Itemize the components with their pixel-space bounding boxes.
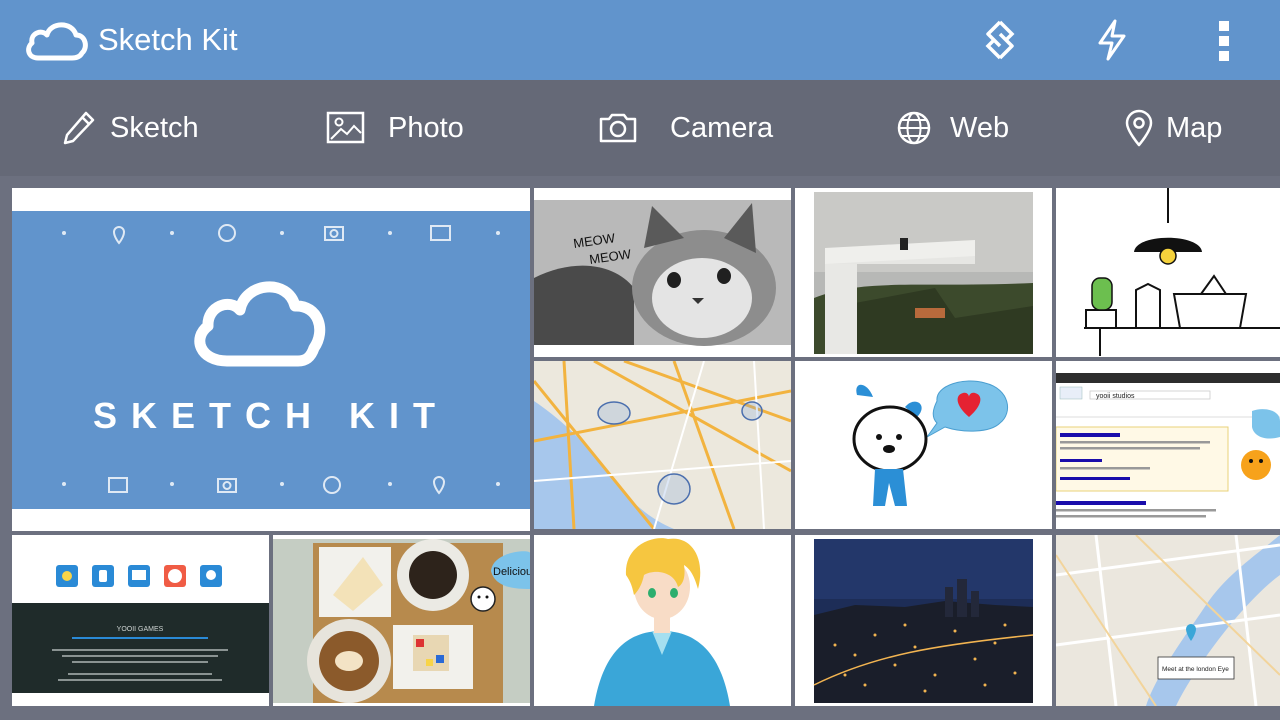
tool-map[interactable]: Map (1124, 80, 1222, 176)
shortcut-icon (985, 20, 1015, 60)
globe-icon (897, 111, 931, 145)
image-icon (326, 111, 365, 144)
gallery-item-cafe[interactable]: Delicious (273, 535, 530, 706)
overflow-menu-button[interactable] (1200, 16, 1248, 64)
overflow-menu-icon (1219, 21, 1229, 61)
gallery-item-rooftop[interactable] (795, 188, 1052, 357)
gallery-item-dog-heart[interactable] (795, 361, 1052, 529)
source-toolbar: Sketch Photo Camera Web Map (0, 80, 1280, 176)
cafe-bubble: Delicious (493, 566, 530, 578)
gallery-item-map-coast[interactable] (534, 361, 791, 529)
promo-heading: YOOII GAMES (117, 626, 164, 633)
tool-sketch-label: Sketch (110, 111, 199, 144)
gallery-item-hero[interactable]: SKETCH KIT (12, 188, 530, 531)
lightning-icon (1098, 19, 1126, 61)
tool-photo[interactable]: Photo (326, 80, 464, 176)
map-bubble: Meet at the london Eye (1162, 666, 1229, 673)
shortcut-button[interactable] (976, 16, 1024, 64)
gallery-item-anime[interactable] (534, 535, 791, 706)
gallery-item-cat[interactable]: MEOW MEOW (534, 188, 791, 357)
tool-camera-label: Camera (670, 111, 774, 144)
gallery-grid: SKETCH KIT MEOW MEOW yooii studios YOOII… (0, 176, 1280, 720)
web-result-title: yooii studios (1096, 393, 1135, 400)
lightning-button[interactable] (1088, 16, 1136, 64)
tool-map-label: Map (1166, 111, 1223, 144)
tool-sketch[interactable]: Sketch (62, 80, 199, 176)
pencil-icon (63, 111, 95, 145)
tool-photo-label: Photo (388, 111, 464, 144)
gallery-item-lamp-sketch[interactable] (1056, 188, 1280, 357)
tool-camera[interactable]: Camera (598, 80, 773, 176)
hero-title: SKETCH KIT (93, 395, 449, 436)
camera-icon (599, 113, 637, 143)
cloud-logo-icon (26, 22, 88, 61)
gallery-item-app-promo[interactable]: YOOII GAMES (12, 535, 269, 706)
app-title: Sketch Kit (98, 22, 238, 57)
map-pin-icon (1125, 109, 1153, 147)
gallery-item-map-london[interactable]: Meet at the london Eye (1056, 535, 1280, 706)
gallery-item-web-search[interactable]: yooii studios (1056, 361, 1280, 529)
tool-web[interactable]: Web (896, 80, 1009, 176)
app-bar: Sketch Kit (0, 0, 1280, 80)
gallery-item-night-city[interactable] (795, 535, 1052, 706)
tool-web-label: Web (950, 111, 1010, 144)
